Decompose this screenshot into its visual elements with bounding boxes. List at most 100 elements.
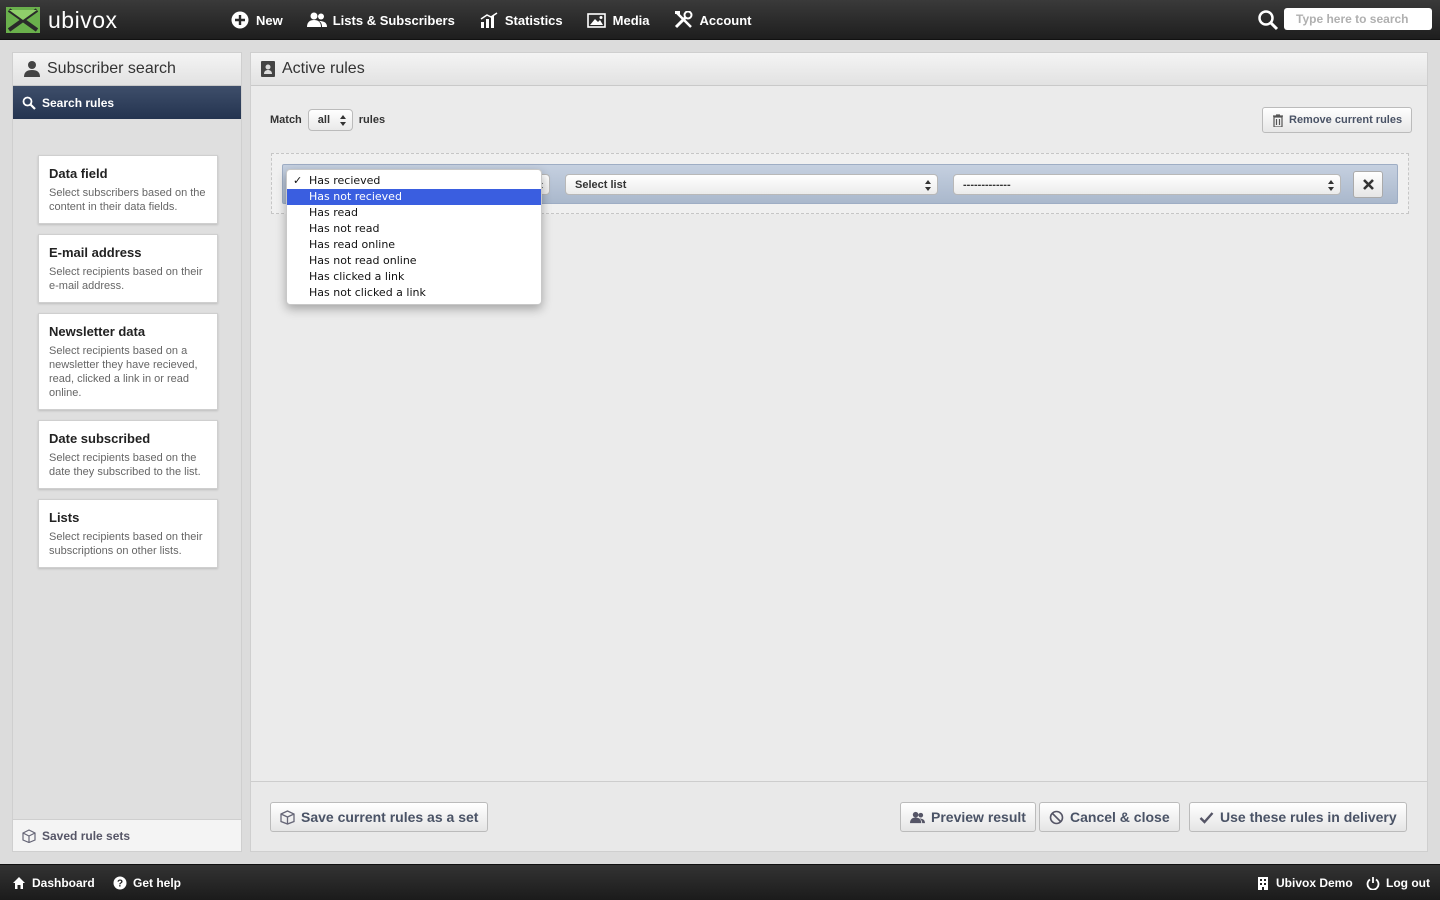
nav-media[interactable]: Media xyxy=(586,11,650,29)
remove-rule-button[interactable] xyxy=(1353,171,1383,198)
rule-card-title: Data field xyxy=(49,166,108,181)
preview-result-label: Preview result xyxy=(931,809,1026,825)
use-rules-label: Use these rules in delivery xyxy=(1220,809,1397,825)
checkmark-icon xyxy=(1199,811,1214,824)
top-bar: ubivox New Lists & Subscribers Statistic… xyxy=(0,0,1440,40)
cancel-close-button[interactable]: Cancel & close xyxy=(1039,802,1180,832)
select-arrows-icon xyxy=(1328,180,1334,191)
checkmark-icon: ✓ xyxy=(293,174,303,187)
dropdown-option[interactable]: Has not read online xyxy=(287,253,541,269)
rule-card-data-field[interactable]: Data field Select subscribers based on t… xyxy=(38,155,218,224)
remove-current-rules-button[interactable]: Remove current rules xyxy=(1262,107,1413,133)
tab-search-rules-label: Search rules xyxy=(42,95,115,110)
sidebar-header: Subscriber search xyxy=(13,53,241,86)
rule-card-lists[interactable]: Lists Select recipients based on their s… xyxy=(38,499,218,568)
list-select[interactable]: Select list xyxy=(565,174,938,195)
logout-label: Log out xyxy=(1386,876,1430,890)
bar-chart-icon xyxy=(479,11,499,29)
home-icon xyxy=(13,877,25,889)
select-arrows-icon xyxy=(925,180,931,191)
use-rules-button[interactable]: Use these rules in delivery xyxy=(1189,802,1407,832)
close-icon xyxy=(1362,179,1374,190)
cancel-icon xyxy=(1049,810,1064,824)
main-nav: New Lists & Subscribers Statistics Media… xyxy=(230,0,776,40)
building-icon xyxy=(1258,877,1268,890)
cancel-close-label: Cancel & close xyxy=(1070,809,1170,825)
rules-label: rules xyxy=(358,114,386,126)
sidebar: Subscriber search Search rules Data fiel… xyxy=(12,52,242,852)
search-input[interactable] xyxy=(1284,8,1432,30)
trash-icon xyxy=(1273,113,1283,127)
logo-text: ubivox xyxy=(48,6,118,33)
svg-text:?: ? xyxy=(117,879,123,890)
rule-card-title: E-mail address xyxy=(49,245,142,260)
match-label: Match xyxy=(270,114,302,126)
save-rule-set-button[interactable]: Save current rules as a set xyxy=(270,802,489,832)
saved-rule-sets-button[interactable]: Saved rule sets xyxy=(13,819,241,851)
search-icon[interactable] xyxy=(1257,9,1279,31)
value-select[interactable]: ------------- xyxy=(953,174,1341,195)
preview-result-button[interactable]: Preview result xyxy=(900,802,1036,832)
select-arrows-icon xyxy=(339,115,346,126)
plus-circle-icon xyxy=(230,11,250,29)
logo-mark-icon xyxy=(6,7,40,33)
nav-statistics-label: Statistics xyxy=(504,12,563,28)
get-help-link[interactable]: ? Get help xyxy=(113,865,181,900)
ubivox-logo[interactable]: ubivox xyxy=(6,6,117,34)
rule-card-desc: Select subscribers based on the content … xyxy=(49,187,206,213)
image-icon xyxy=(586,11,607,29)
dropdown-option[interactable]: Has not read xyxy=(287,221,541,237)
address-book-icon xyxy=(261,61,275,77)
get-help-label: Get help xyxy=(133,876,182,890)
rule-card-desc: Select recipients based on their subscri… xyxy=(49,531,203,557)
save-rule-set-label: Save current rules as a set xyxy=(301,809,479,825)
box-icon xyxy=(280,809,295,825)
rule-card-desc: Select recipients based on a newsletter … xyxy=(49,345,198,399)
account-name-label: Ubivox Demo xyxy=(1276,876,1353,890)
match-row: Match all rules xyxy=(270,109,385,131)
power-icon xyxy=(1366,877,1380,890)
nav-new[interactable]: New xyxy=(230,11,283,29)
dropdown-option[interactable]: Has not recieved xyxy=(287,189,541,205)
main-footer: Save current rules as a set Preview resu… xyxy=(251,781,1427,851)
remove-current-rules-label: Remove current rules xyxy=(1289,114,1403,126)
nav-account[interactable]: Account xyxy=(674,11,752,29)
value-select-value: ------------- xyxy=(963,178,1011,191)
bottom-bar: Dashboard ? Get help Ubivox Demo Log out xyxy=(0,864,1440,900)
tab-search-rules[interactable]: Search rules xyxy=(13,86,241,119)
dashboard-label: Dashboard xyxy=(32,876,95,890)
sidebar-title: Subscriber search xyxy=(47,60,176,77)
dashboard-link[interactable]: Dashboard xyxy=(12,865,95,900)
help-icon: ? xyxy=(113,876,127,890)
nav-statistics[interactable]: Statistics xyxy=(479,11,563,29)
main-header: Active rules xyxy=(251,53,1427,86)
nav-account-label: Account xyxy=(699,12,752,28)
dropdown-option[interactable]: Has read xyxy=(287,205,541,221)
nav-lists-label: Lists & Subscribers xyxy=(332,12,455,28)
rule-card-desc: Select recipients based on their e-mail … xyxy=(49,266,203,292)
dropdown-option[interactable]: ✓ Has recieved xyxy=(287,173,541,189)
account-name-link[interactable]: Ubivox Demo xyxy=(1256,865,1353,900)
rule-card-newsletter-data[interactable]: Newsletter data Select recipients based … xyxy=(38,313,218,410)
rule-card-desc: Select recipients based on the date they… xyxy=(49,452,201,478)
user-icon xyxy=(24,61,40,77)
rule-card-title: Date subscribed xyxy=(49,431,151,446)
rule-card-title: Lists xyxy=(49,510,80,525)
match-select-value: all xyxy=(317,114,331,126)
match-select[interactable]: all xyxy=(307,109,353,131)
box-icon xyxy=(22,828,36,843)
rule-card-date-subscribed[interactable]: Date subscribed Select recipients based … xyxy=(38,420,218,489)
list-select-value: Select list xyxy=(575,178,627,191)
logout-link[interactable]: Log out xyxy=(1366,865,1430,900)
nav-lists-subscribers[interactable]: Lists & Subscribers xyxy=(306,11,455,29)
users-icon xyxy=(910,811,925,823)
main-title: Active rules xyxy=(282,60,365,77)
dropdown-option[interactable]: Has read online xyxy=(287,237,541,253)
nav-new-label: New xyxy=(256,12,283,28)
dropdown-option[interactable]: Has clicked a link xyxy=(287,269,541,285)
search-icon xyxy=(22,96,36,110)
rule-type-dropdown: ✓ Has recieved Has not recieved Has read… xyxy=(286,169,542,305)
tools-icon xyxy=(674,11,694,29)
dropdown-option[interactable]: Has not clicked a link xyxy=(287,285,541,301)
rule-card-email-address[interactable]: E-mail address Select recipients based o… xyxy=(38,234,218,303)
